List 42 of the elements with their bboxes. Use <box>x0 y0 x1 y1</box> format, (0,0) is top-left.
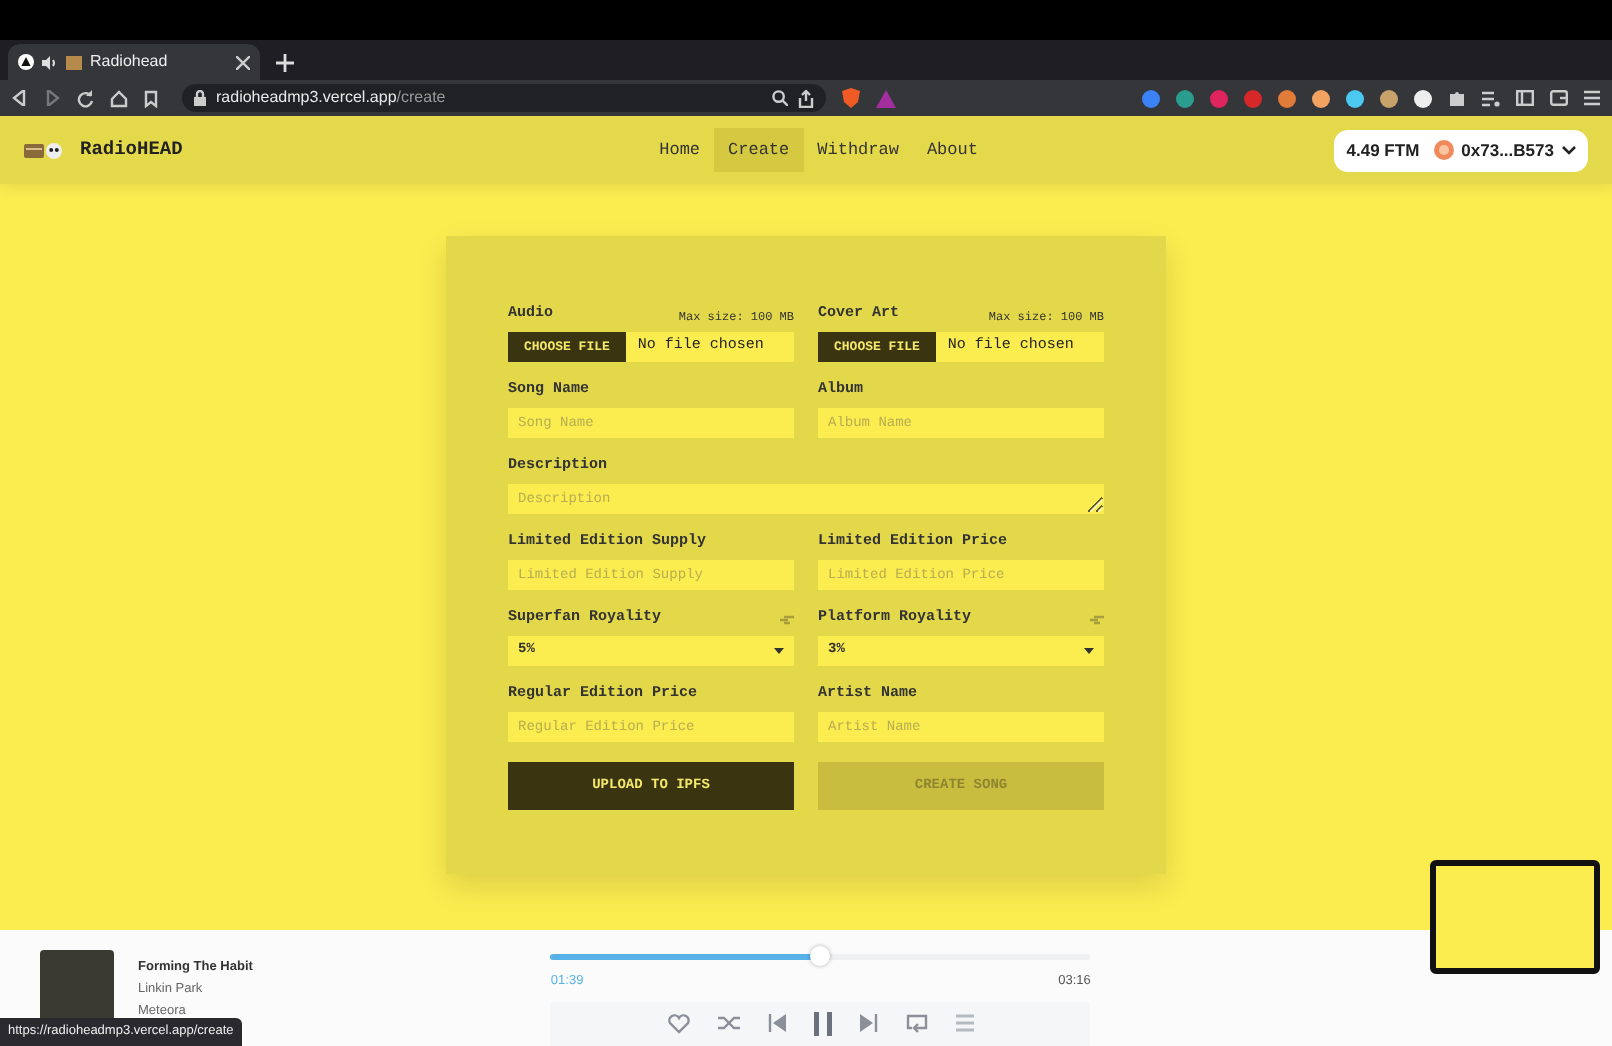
avatar-icon <box>1433 140 1454 160</box>
share-icon[interactable] <box>798 89 814 107</box>
nav-link[interactable]: Home <box>645 128 715 172</box>
app-icon <box>18 54 34 70</box>
speaker-icon[interactable] <box>42 55 58 69</box>
heart-icon[interactable] <box>667 1013 690 1034</box>
balance-text: 4.49 FTM <box>1346 137 1420 163</box>
chevron-icon <box>1561 145 1576 155</box>
lock-icon <box>194 90 206 106</box>
puzzle-icon[interactable] <box>1448 89 1466 107</box>
previous-icon[interactable] <box>767 1014 786 1033</box>
menu-icon[interactable] <box>1584 90 1600 106</box>
bookmark-icon[interactable] <box>144 89 158 107</box>
account-address: 0x73...B573 <box>1461 137 1554 163</box>
wallet-icon[interactable] <box>1550 90 1568 106</box>
album-art-placeholder <box>40 950 114 1024</box>
pause-icon[interactable] <box>813 1011 832 1036</box>
nav-link[interactable]: Withdraw <box>803 128 913 172</box>
forward-icon[interactable] <box>44 90 60 106</box>
shuffle-icon[interactable] <box>717 1014 740 1033</box>
box-icon <box>66 55 82 69</box>
reload-icon[interactable] <box>76 89 94 107</box>
playlist-icon[interactable] <box>1482 89 1500 107</box>
brand-name[interactable]: RadioHEAD <box>80 135 183 165</box>
progress-handle[interactable] <box>810 946 831 966</box>
url-text: radioheadmp3.vercel.app/create <box>216 86 448 110</box>
caret-icon <box>774 648 784 654</box>
address-bar[interactable]: radioheadmp3.vercel.app/create <box>182 84 826 112</box>
back-icon[interactable] <box>12 90 28 106</box>
new-tab-icon[interactable] <box>276 54 294 72</box>
nav-link[interactable]: About <box>912 128 992 172</box>
logo-drawing <box>24 141 64 159</box>
shield-icon[interactable] <box>842 88 860 108</box>
sidebar-icon[interactable] <box>1516 90 1534 106</box>
nav-link[interactable]: Create <box>714 128 804 172</box>
wallet-button[interactable]: 4.49 FTM 0x73...B573 <box>1334 129 1588 171</box>
repeat-icon[interactable] <box>905 1013 928 1034</box>
zoom-icon[interactable] <box>772 90 788 106</box>
home-icon[interactable] <box>110 89 128 107</box>
next-icon[interactable] <box>859 1014 878 1033</box>
close-icon[interactable] <box>236 55 250 69</box>
caret-icon <box>1084 648 1094 654</box>
